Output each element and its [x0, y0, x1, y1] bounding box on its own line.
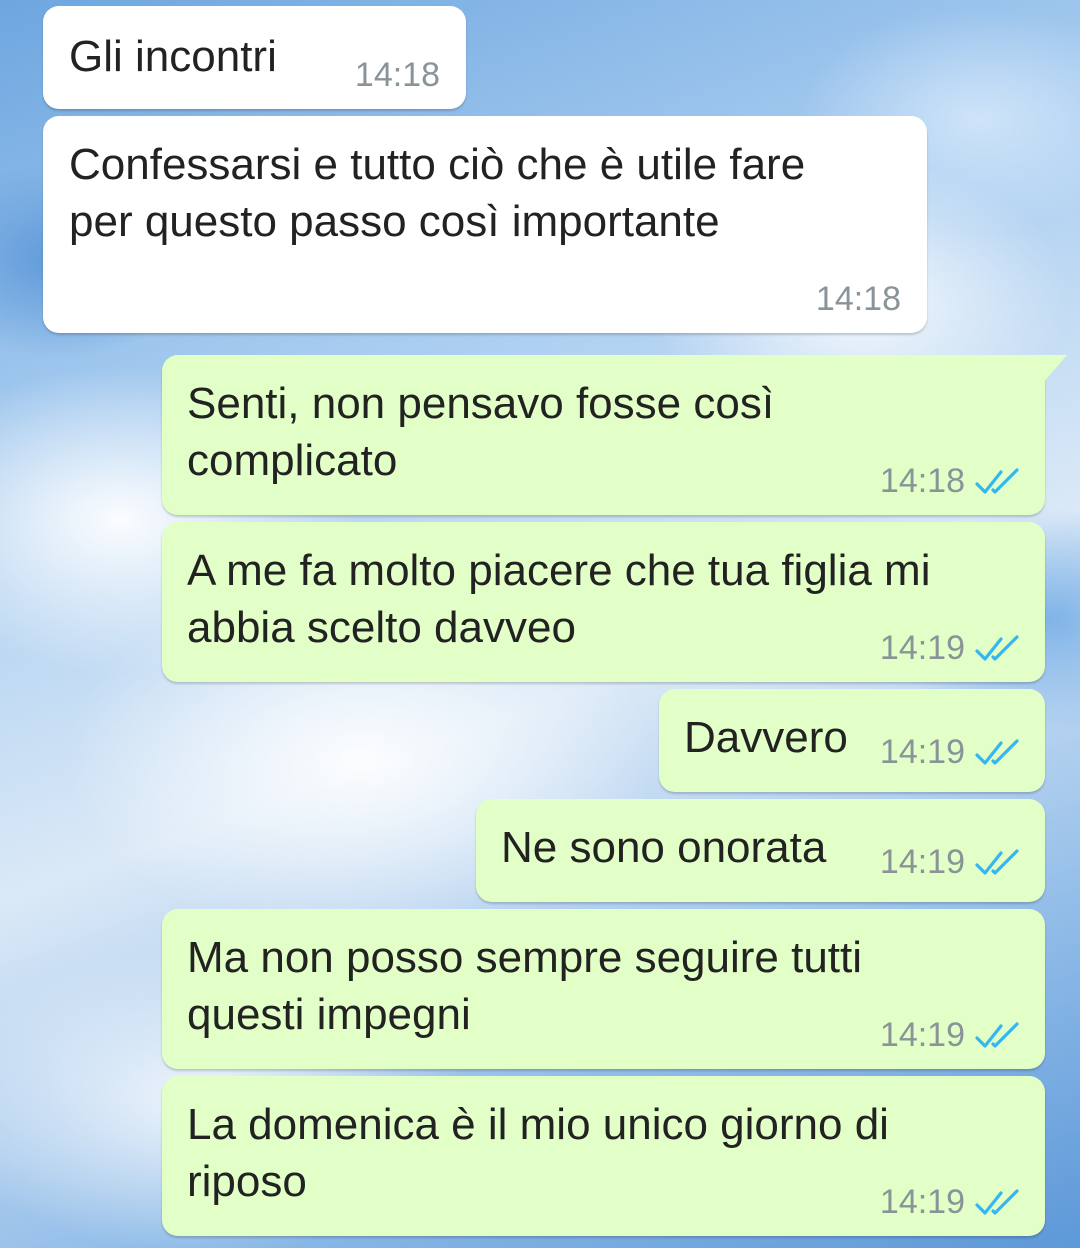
message-time: 14:19	[879, 843, 965, 881]
message-text: Davvero	[684, 713, 848, 762]
message-time: 14:19	[879, 629, 965, 667]
message-text: Ma non posso sempre seguire tutti questi…	[187, 933, 863, 1039]
double-check-icon	[975, 634, 1019, 661]
bubble-tail	[1043, 355, 1067, 383]
message-meta: 14:18	[355, 56, 440, 95]
message-time: 14:19	[879, 1183, 965, 1221]
message-time: 14:18	[354, 56, 440, 94]
message-text: Gli incontri	[69, 32, 277, 81]
message-bubble-incoming[interactable]: Gli incontri 14:18	[43, 6, 466, 109]
message-meta: 14:19	[880, 733, 1021, 772]
message-text: La domenica è il mio unico giorno di rip…	[187, 1100, 889, 1206]
message-bubble-outgoing[interactable]: Ma non posso sempre seguire tutti questi…	[162, 909, 1045, 1069]
message-meta: 14:19	[880, 843, 1021, 882]
double-check-icon	[975, 848, 1019, 875]
message-text: Senti, non pensavo fosse così complicato	[187, 379, 775, 485]
message-bubble-outgoing[interactable]: Senti, non pensavo fosse così complicato…	[162, 355, 1067, 515]
message-bubble-incoming[interactable]: Confessarsi e tutto ciò che è utile fare…	[43, 116, 927, 333]
message-meta: 14:19	[880, 629, 1021, 668]
message-time: 14:19	[879, 733, 965, 771]
double-check-icon	[975, 738, 1019, 765]
message-text: A me fa molto piacere che tua figlia mi …	[187, 546, 931, 652]
message-text: Ne sono onorata	[501, 823, 827, 872]
double-check-icon	[975, 1188, 1019, 1215]
message-text: Confessarsi e tutto ciò che è utile fare…	[69, 140, 806, 246]
double-check-icon	[975, 1021, 1019, 1048]
double-check-icon	[975, 467, 1019, 494]
message-time: 14:18	[879, 462, 965, 500]
message-bubble-outgoing[interactable]: A me fa molto piacere che tua figlia mi …	[162, 522, 1045, 682]
message-time: 14:18	[815, 280, 901, 318]
message-bubble-outgoing[interactable]: La domenica è il mio unico giorno di rip…	[162, 1076, 1045, 1236]
message-meta: 14:18	[816, 280, 901, 319]
message-bubble-outgoing[interactable]: Ne sono onorata 14:19	[476, 799, 1045, 902]
message-bubble-outgoing[interactable]: Davvero 14:19	[659, 689, 1045, 792]
message-meta: 14:19	[880, 1016, 1021, 1055]
message-meta: 14:19	[880, 1183, 1021, 1222]
message-meta: 14:18	[880, 462, 1021, 501]
message-time: 14:19	[879, 1016, 965, 1054]
